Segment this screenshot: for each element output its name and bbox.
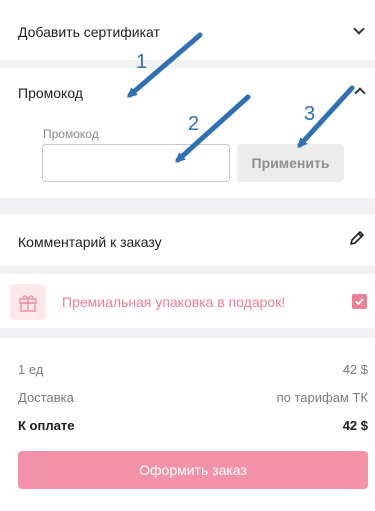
summary-items-label: 1 ед bbox=[18, 362, 44, 377]
order-summary: 1 ед 42 $ Доставка по тарифам ТК К оплат… bbox=[0, 338, 375, 511]
promo-title: Промокод bbox=[18, 85, 83, 101]
pencil-icon[interactable] bbox=[347, 228, 367, 248]
certificate-title: Добавить сертификат bbox=[18, 24, 160, 40]
summary-delivery-value: по тарифам ТК bbox=[276, 390, 368, 405]
summary-items-value: 42 $ bbox=[342, 362, 368, 377]
summary-row-total: К оплате 42 $ bbox=[18, 418, 368, 433]
place-order-button[interactable]: Оформить заказ bbox=[18, 451, 368, 489]
chevron-up-icon[interactable] bbox=[354, 87, 366, 99]
summary-row-items: 1 ед 42 $ bbox=[18, 362, 368, 377]
summary-row-delivery: Доставка по тарифам ТК bbox=[18, 390, 368, 405]
comment-section[interactable]: Комментарий к заказу bbox=[0, 214, 375, 266]
check-icon bbox=[355, 298, 364, 306]
chevron-down-icon[interactable] bbox=[353, 23, 365, 35]
summary-total-value: 42 $ bbox=[342, 418, 368, 433]
gift-wrap-section[interactable]: Премиальная упаковка в подарок! bbox=[0, 274, 375, 328]
gift-wrap-label: Премиальная упаковка в подарок! bbox=[62, 294, 286, 310]
apply-button[interactable]: Применить bbox=[237, 144, 344, 182]
checkout-page: Добавить сертификат Промокод Промокод Пр… bbox=[0, 0, 375, 511]
summary-delivery-label: Доставка bbox=[18, 390, 74, 405]
promo-input[interactable] bbox=[42, 144, 230, 182]
certificate-section[interactable]: Добавить сертификат bbox=[0, 0, 375, 60]
gift-wrap-checkbox[interactable] bbox=[352, 294, 367, 309]
summary-total-label: К оплате bbox=[18, 418, 75, 433]
comment-title: Комментарий к заказу bbox=[18, 234, 162, 250]
promo-field-label: Промокод bbox=[43, 127, 99, 141]
promo-section: Промокод Промокод Применить bbox=[0, 68, 375, 198]
gift-icon bbox=[10, 284, 46, 320]
